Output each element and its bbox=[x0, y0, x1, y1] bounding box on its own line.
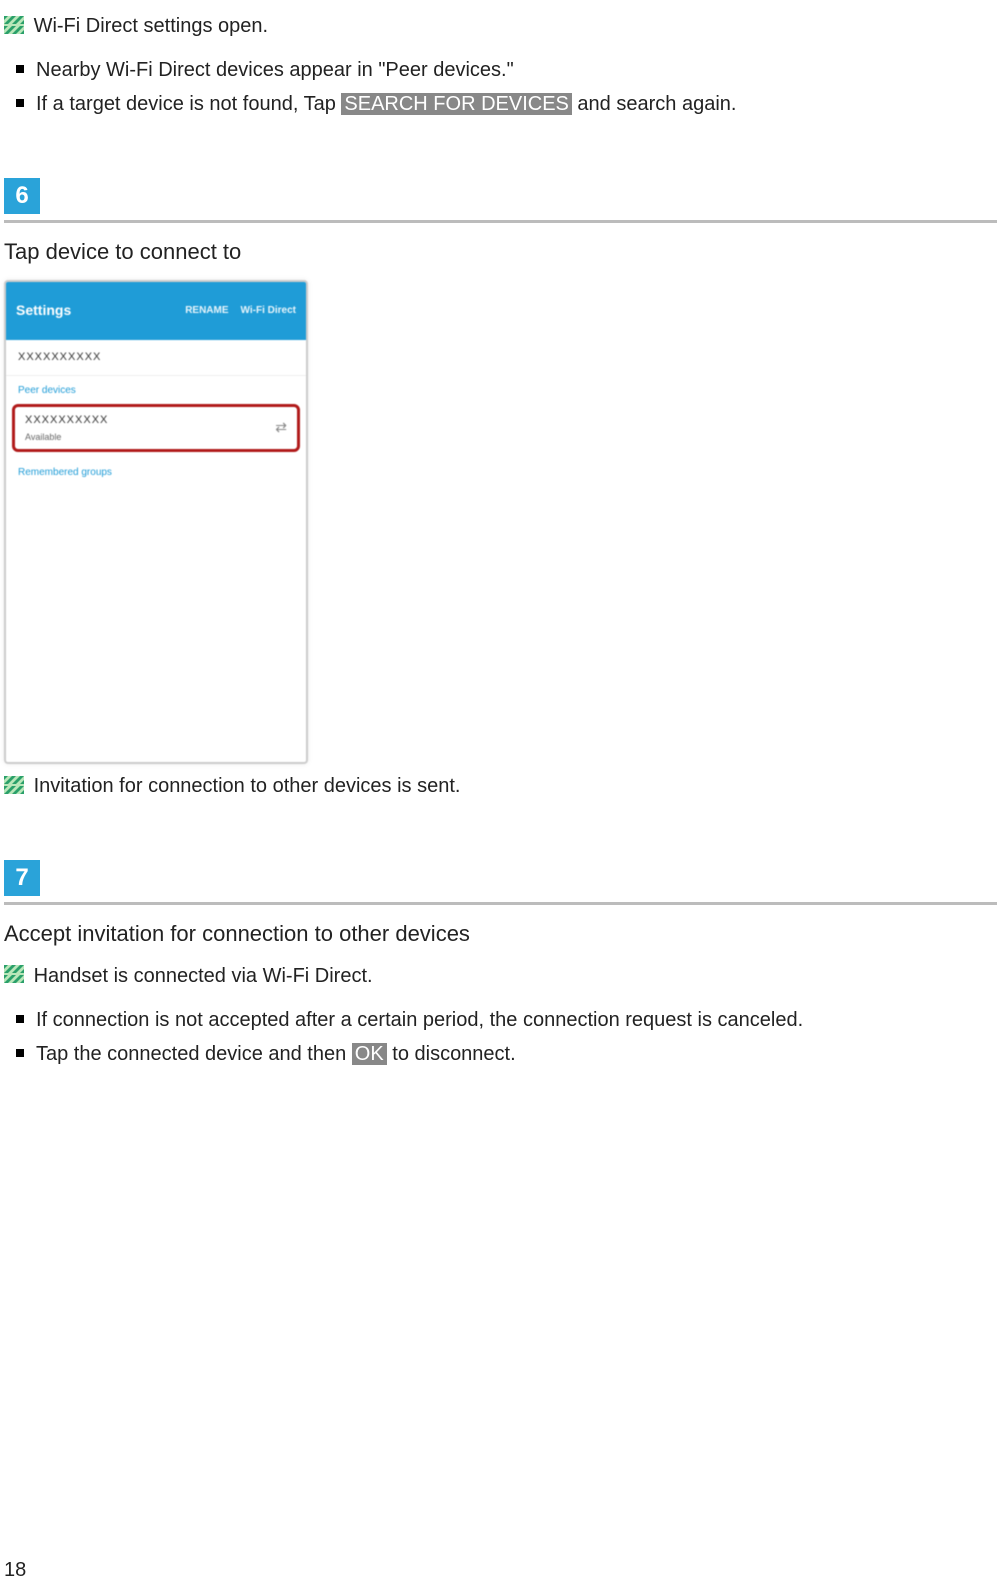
flag-icon bbox=[4, 776, 24, 794]
phone-groups-section-label: Remembered groups bbox=[6, 458, 306, 484]
phone-device-name: XXXXXXXXXX bbox=[18, 350, 294, 365]
wifi-direct-icon: ⇄ bbox=[275, 418, 287, 438]
step-6-number: 6 bbox=[4, 178, 40, 214]
step-6-result-text: Invitation for connection to other devic… bbox=[34, 775, 461, 797]
intro-bullet-2-post: and search again. bbox=[572, 93, 737, 115]
step-7-bullet-1: If connection is not accepted after a ce… bbox=[36, 1006, 997, 1034]
step-7-bullet-2-pre: Tap the connected device and then bbox=[36, 1043, 352, 1065]
step-7-divider bbox=[4, 902, 997, 905]
step-7-result-text: Handset is connected via Wi-Fi Direct. bbox=[34, 965, 373, 987]
intro-result: Wi-Fi Direct settings open. bbox=[4, 12, 997, 40]
ok-label: OK bbox=[352, 1043, 387, 1065]
step-7-result: Handset is connected via Wi-Fi Direct. bbox=[4, 962, 997, 990]
intro-bullet-2-pre: If a target device is not found, Tap bbox=[36, 93, 341, 115]
intro-bullet-1-text: Nearby Wi-Fi Direct devices appear in "P… bbox=[36, 59, 514, 81]
phone-peer-name: XXXXXXXXXX bbox=[25, 413, 108, 428]
step-7-bullet-1-text: If connection is not accepted after a ce… bbox=[36, 1009, 803, 1031]
phone-peer-status: Available bbox=[25, 431, 108, 444]
search-for-devices-label: SEARCH FOR DEVICES bbox=[341, 93, 571, 115]
step-6-result: Invitation for connection to other devic… bbox=[4, 772, 997, 800]
intro-bullet-1: Nearby Wi-Fi Direct devices appear in "P… bbox=[36, 56, 997, 84]
intro-bullets: Nearby Wi-Fi Direct devices appear in "P… bbox=[4, 56, 997, 118]
phone-header-action-2: Wi-Fi Direct bbox=[241, 304, 296, 318]
phone-peer-section-label: Peer devices bbox=[6, 376, 306, 402]
step-7-bullet-2: Tap the connected device and then OK to … bbox=[36, 1040, 997, 1068]
phone-device-name-row: XXXXXXXXXX bbox=[6, 340, 306, 376]
intro-bullet-2: If a target device is not found, Tap SEA… bbox=[36, 90, 997, 118]
phone-header: Settings RENAME Wi-Fi Direct bbox=[6, 282, 306, 340]
intro-result-text: Wi-Fi Direct settings open. bbox=[34, 15, 269, 37]
flag-icon bbox=[4, 965, 24, 983]
step-7-number: 7 bbox=[4, 860, 40, 896]
page-number: 18 bbox=[4, 1556, 26, 1584]
phone-header-title: Settings bbox=[16, 301, 71, 321]
step-6-divider bbox=[4, 220, 997, 223]
flag-icon bbox=[4, 16, 24, 34]
step-7-bullet-2-post: to disconnect. bbox=[387, 1043, 516, 1065]
step-6-title: Tap device to connect to bbox=[4, 237, 997, 268]
step-7-bullets: If connection is not accepted after a ce… bbox=[4, 1006, 997, 1068]
step-6-screenshot: Settings RENAME Wi-Fi Direct XXXXXXXXXX … bbox=[4, 280, 308, 764]
step-7-title: Accept invitation for connection to othe… bbox=[4, 919, 997, 950]
phone-header-action-1: RENAME bbox=[185, 304, 228, 318]
phone-peer-row: XXXXXXXXXX Available ⇄ bbox=[12, 404, 300, 452]
